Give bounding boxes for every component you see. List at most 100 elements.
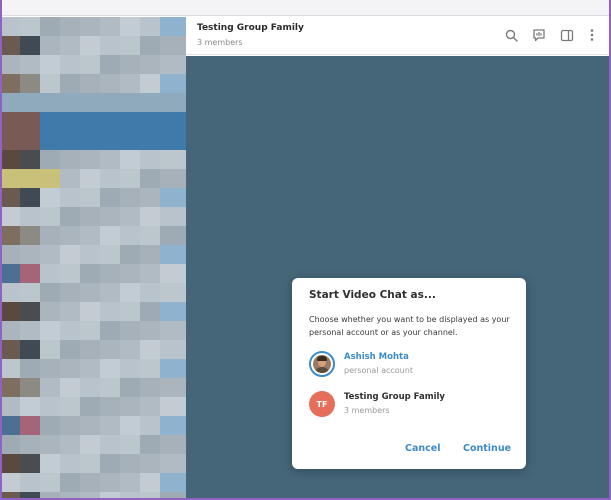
blur-tile bbox=[40, 36, 60, 55]
blur-tile bbox=[120, 55, 140, 74]
blur-tile bbox=[80, 169, 100, 188]
blur-tile bbox=[140, 492, 160, 500]
blur-tile bbox=[20, 207, 40, 226]
blur-tile bbox=[120, 264, 140, 283]
blur-tile bbox=[40, 93, 60, 112]
blur-tile bbox=[140, 74, 160, 93]
blur-tile bbox=[100, 245, 120, 264]
blur-tile bbox=[40, 416, 60, 435]
sidebar-toggle-icon[interactable] bbox=[559, 27, 575, 43]
blur-tile bbox=[60, 378, 80, 397]
blur-tile bbox=[120, 74, 140, 93]
blur-tile bbox=[0, 473, 20, 492]
blur-tile bbox=[20, 321, 40, 340]
blur-tile bbox=[40, 188, 60, 207]
blur-tile bbox=[160, 245, 186, 264]
blur-tile bbox=[120, 473, 140, 492]
blur-tile bbox=[60, 245, 80, 264]
blur-tile bbox=[60, 340, 80, 359]
window-top-strip bbox=[0, 0, 611, 16]
dialog-description: Choose whether you want to be displayed … bbox=[309, 315, 510, 337]
blur-tile bbox=[100, 55, 120, 74]
option-subtitle: personal account bbox=[344, 366, 413, 375]
chat-member-count: 3 members bbox=[197, 38, 243, 47]
blur-tile bbox=[60, 55, 80, 74]
blur-tile bbox=[80, 378, 100, 397]
blur-tile bbox=[0, 454, 20, 473]
blur-tile bbox=[20, 492, 40, 500]
blur-tile bbox=[100, 283, 120, 302]
blur-tile bbox=[60, 169, 80, 188]
blur-tile bbox=[20, 112, 40, 131]
blur-tile bbox=[120, 340, 140, 359]
blur-tile bbox=[120, 36, 140, 55]
option-personal-account[interactable]: Ashish Mohta personal account bbox=[309, 351, 519, 379]
blur-tile bbox=[0, 378, 20, 397]
blur-tile bbox=[160, 74, 186, 93]
blur-tile bbox=[100, 359, 120, 378]
blur-tile bbox=[140, 188, 160, 207]
blur-tile bbox=[120, 207, 140, 226]
blur-tile bbox=[80, 55, 100, 74]
cancel-button[interactable]: Cancel bbox=[405, 443, 440, 454]
blur-tile bbox=[60, 302, 80, 321]
blur-tile bbox=[40, 74, 60, 93]
blur-tile bbox=[140, 36, 160, 55]
blur-tile bbox=[80, 473, 100, 492]
blur-tile bbox=[140, 226, 160, 245]
blur-tile bbox=[60, 473, 80, 492]
blur-tile bbox=[80, 264, 100, 283]
blur-tile bbox=[60, 492, 80, 500]
more-vertical-icon[interactable] bbox=[584, 27, 600, 43]
blur-tile bbox=[140, 17, 160, 36]
blur-tile bbox=[40, 245, 60, 264]
blur-tile bbox=[80, 435, 100, 454]
blur-tile bbox=[100, 188, 120, 207]
blur-tile bbox=[40, 131, 60, 150]
chat-header: Testing Group Family 3 members bbox=[186, 17, 611, 55]
blur-tile bbox=[100, 397, 120, 416]
blur-tile bbox=[140, 131, 160, 150]
blur-tile bbox=[160, 264, 186, 283]
blur-tile bbox=[60, 321, 80, 340]
blur-tile bbox=[160, 93, 186, 112]
blur-tile bbox=[140, 397, 160, 416]
blur-tile bbox=[20, 150, 40, 169]
blur-tile bbox=[60, 226, 80, 245]
chat-title[interactable]: Testing Group Family bbox=[197, 23, 304, 33]
blur-tile bbox=[40, 378, 60, 397]
blur-tile bbox=[0, 93, 20, 112]
blur-tile bbox=[80, 302, 100, 321]
blur-tile bbox=[20, 74, 40, 93]
blur-tile bbox=[0, 283, 20, 302]
blur-tile bbox=[40, 17, 60, 36]
blur-tile bbox=[0, 150, 20, 169]
blur-tile bbox=[20, 188, 40, 207]
blur-tile bbox=[100, 416, 120, 435]
blur-tile bbox=[40, 321, 60, 340]
continue-button[interactable]: Continue bbox=[463, 443, 511, 454]
blur-tile bbox=[40, 302, 60, 321]
blur-tile bbox=[160, 435, 186, 454]
blur-tile bbox=[0, 492, 20, 500]
blur-tile bbox=[80, 74, 100, 93]
option-group-channel[interactable]: TF Testing Group Family 3 members bbox=[309, 391, 519, 419]
video-chat-icon[interactable] bbox=[531, 27, 547, 43]
blur-tile bbox=[0, 245, 20, 264]
blur-tile bbox=[100, 17, 120, 36]
blur-tile bbox=[40, 112, 60, 131]
blur-tile bbox=[120, 302, 140, 321]
blur-tile bbox=[0, 74, 20, 93]
blur-tile bbox=[140, 359, 160, 378]
blur-tile bbox=[60, 17, 80, 36]
blur-tile bbox=[140, 283, 160, 302]
blur-tile bbox=[100, 169, 120, 188]
blur-tile bbox=[80, 397, 100, 416]
blur-tile bbox=[100, 378, 120, 397]
blur-tile bbox=[40, 340, 60, 359]
blur-tile bbox=[140, 416, 160, 435]
blur-tile bbox=[80, 112, 100, 131]
blur-tile bbox=[40, 492, 60, 500]
search-icon[interactable] bbox=[503, 27, 519, 43]
blur-tile bbox=[140, 112, 160, 131]
